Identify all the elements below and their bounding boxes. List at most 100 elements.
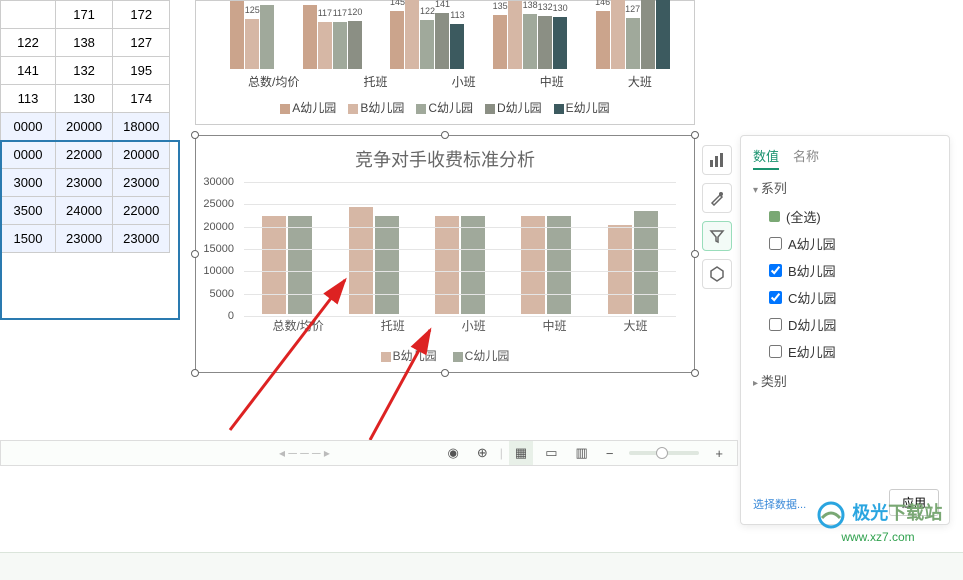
table-cell[interactable]: 174: [113, 85, 170, 113]
table-cell[interactable]: 20000: [113, 141, 170, 169]
checkbox-input[interactable]: [769, 237, 782, 250]
legend-item[interactable]: B幼儿园: [381, 349, 437, 363]
bar[interactable]: 122: [420, 20, 434, 69]
section-category[interactable]: 类别: [753, 371, 937, 390]
checkbox-series[interactable]: A幼儿园: [769, 230, 937, 257]
checkbox-series[interactable]: C幼儿园: [769, 284, 937, 311]
checkbox-series[interactable]: D幼儿园: [769, 311, 937, 338]
bar[interactable]: 117: [333, 22, 347, 69]
table-cell[interactable]: 0000: [1, 141, 56, 169]
table-cell[interactable]: 132: [56, 57, 113, 85]
bar[interactable]: 195: [641, 0, 655, 69]
checkbox-all[interactable]: (全选): [769, 203, 937, 230]
chart-title[interactable]: 竞争对手收费标准分析: [196, 136, 694, 178]
bar[interactable]: 161: [260, 5, 274, 69]
bar[interactable]: 132: [538, 16, 552, 69]
bar[interactable]: 161: [303, 5, 317, 69]
table-cell[interactable]: [1, 1, 56, 29]
chart-type-icon[interactable]: [702, 145, 732, 175]
checkbox-series[interactable]: E幼儿园: [769, 338, 937, 365]
table-cell[interactable]: 3500: [1, 197, 56, 225]
bar[interactable]: [608, 225, 632, 314]
tab-value[interactable]: 数值: [753, 146, 779, 170]
eye-icon[interactable]: ◉: [442, 441, 465, 465]
bar[interactable]: 125: [245, 19, 259, 69]
bar[interactable]: 141: [435, 13, 449, 69]
bar[interactable]: 146: [596, 11, 610, 69]
table-cell[interactable]: 22000: [113, 197, 170, 225]
filter-icon[interactable]: [702, 221, 732, 251]
zoom-out-button[interactable]: −: [600, 442, 620, 465]
bar[interactable]: 138: [523, 14, 537, 69]
bar[interactable]: 172: [405, 0, 419, 69]
resize-handle[interactable]: [691, 369, 699, 377]
table-cell[interactable]: 122: [1, 29, 56, 57]
table-cell[interactable]: 23000: [56, 169, 113, 197]
brush-icon[interactable]: [702, 183, 732, 213]
checkbox-input[interactable]: [769, 291, 782, 304]
bar[interactable]: [521, 216, 545, 314]
bar[interactable]: 135: [493, 15, 507, 69]
table-cell[interactable]: 195: [113, 57, 170, 85]
legend-item[interactable]: B幼儿园: [348, 101, 404, 115]
checkbox-input[interactable]: [769, 264, 782, 277]
table-cell[interactable]: 0000: [1, 113, 56, 141]
bar[interactable]: [547, 216, 571, 314]
resize-handle[interactable]: [441, 131, 449, 139]
legend-item[interactable]: C幼儿园: [453, 349, 510, 363]
resize-handle[interactable]: [191, 369, 199, 377]
checkbox-input[interactable]: [769, 345, 782, 358]
table-cell[interactable]: 24000: [56, 197, 113, 225]
bar[interactable]: 120: [348, 21, 362, 69]
legend-item[interactable]: C幼儿园: [416, 101, 473, 115]
table-cell[interactable]: 141: [1, 57, 56, 85]
chart-main[interactable]: 竞争对手收费标准分析 05000100001500020000250003000…: [195, 135, 695, 373]
resize-handle[interactable]: [191, 131, 199, 139]
bar[interactable]: [288, 216, 312, 314]
table-cell[interactable]: 113: [1, 85, 56, 113]
bar[interactable]: 127: [626, 18, 640, 69]
table-cell[interactable]: 3000: [1, 169, 56, 197]
resize-handle[interactable]: [691, 131, 699, 139]
zoom-in-button[interactable]: +: [709, 442, 729, 465]
bar[interactable]: 177: [611, 0, 625, 69]
table-cell[interactable]: 138: [56, 29, 113, 57]
table-cell[interactable]: 23000: [113, 225, 170, 253]
bar[interactable]: [262, 216, 286, 314]
table-cell[interactable]: 172: [113, 1, 170, 29]
table-cell[interactable]: 127: [113, 29, 170, 57]
legend-item[interactable]: E幼儿园: [554, 101, 610, 115]
bar[interactable]: 130: [553, 17, 567, 69]
checkbox-series[interactable]: B幼儿园: [769, 257, 937, 284]
table-cell[interactable]: 18000: [113, 113, 170, 141]
reader-icon[interactable]: ▥: [570, 441, 594, 465]
table-cell[interactable]: 22000: [56, 141, 113, 169]
table-cell[interactable]: 130: [56, 85, 113, 113]
table-row[interactable]: 15002300023000: [1, 225, 170, 253]
bar[interactable]: 171: [508, 1, 522, 69]
bar[interactable]: 113: [450, 24, 464, 69]
checkbox-input[interactable]: [769, 318, 782, 331]
legend-item[interactable]: D幼儿园: [485, 101, 542, 115]
resize-handle[interactable]: [441, 369, 449, 377]
table-row[interactable]: 00002000018000: [1, 113, 170, 141]
bar[interactable]: 117: [318, 22, 332, 69]
tab-name[interactable]: 名称: [793, 146, 819, 170]
table-row[interactable]: 30002300023000: [1, 169, 170, 197]
bar[interactable]: [435, 216, 459, 314]
table-cell[interactable]: 20000: [56, 113, 113, 141]
section-series[interactable]: 系列: [753, 178, 937, 197]
table-row[interactable]: 00002200020000: [1, 141, 170, 169]
table-cell[interactable]: 171: [56, 1, 113, 29]
bar[interactable]: [375, 216, 399, 314]
zoom-slider[interactable]: [629, 451, 699, 455]
select-data-link[interactable]: 选择数据...: [753, 496, 806, 512]
page-icon[interactable]: ▭: [539, 441, 563, 465]
settings-icon[interactable]: [702, 259, 732, 289]
legend-item[interactable]: A幼儿园: [280, 101, 336, 115]
table-cell[interactable]: 23000: [113, 169, 170, 197]
resize-handle[interactable]: [691, 250, 699, 258]
data-table[interactable]: 171172122138127141132195113130174 000020…: [0, 0, 170, 253]
bar[interactable]: 145: [390, 11, 404, 69]
bar[interactable]: [349, 207, 373, 314]
